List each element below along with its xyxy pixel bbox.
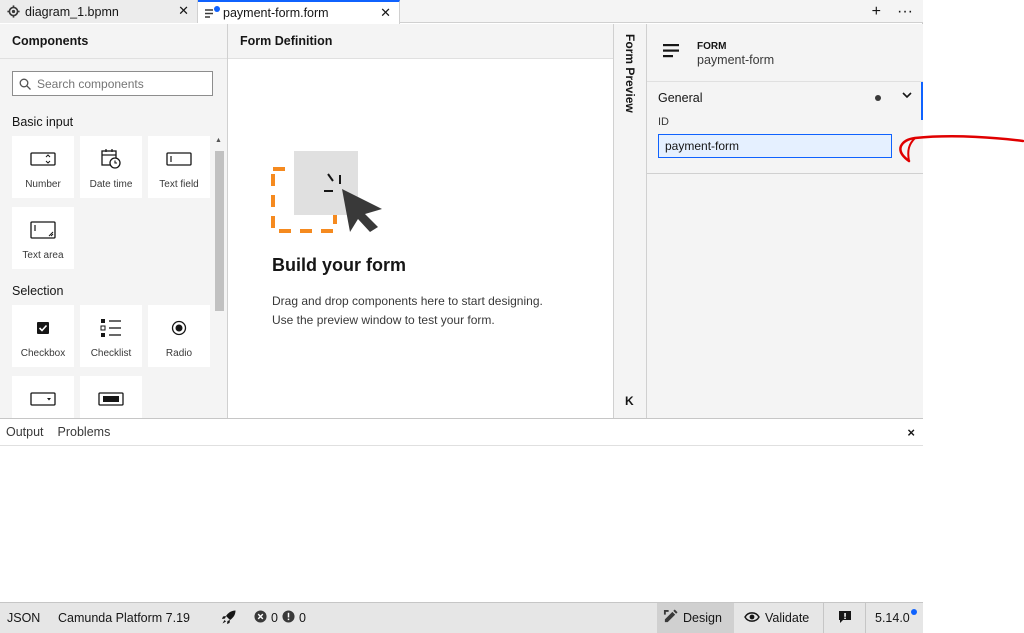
add-tab-button[interactable]: + [872, 3, 881, 21]
app-window: diagram_1.bpmn ✕ payment-form.form ✕ + ·… [0, 0, 923, 633]
feedback-button[interactable] [824, 602, 866, 633]
select-icon [30, 388, 56, 410]
component-date-time[interactable]: Date time [80, 136, 142, 198]
update-dot [911, 608, 917, 615]
form-type-icon [663, 44, 679, 58]
error-count: 0 [271, 611, 278, 625]
form-preview-label: Form Preview [623, 34, 637, 113]
deploy-button[interactable] [214, 603, 244, 633]
status-bar: JSON Camunda Platform 7.19 0 0 Design Va… [0, 602, 923, 633]
close-icon[interactable]: ✕ [178, 3, 189, 19]
form-definition-panel[interactable]: Form Definition Build your form Drag and… [228, 24, 614, 418]
warning-icon [282, 610, 295, 626]
format-label: JSON [7, 611, 41, 625]
error-icon [254, 610, 267, 626]
properties-header: FORM payment-form [647, 24, 923, 82]
close-icon[interactable]: ✕ [380, 5, 391, 21]
component-select[interactable] [12, 376, 74, 418]
annotation-arrow-icon [899, 135, 1024, 163]
tab-actions: + ··· [872, 0, 913, 23]
validate-button[interactable]: Validate [734, 602, 824, 633]
empty-state-title: Build your form [272, 255, 406, 275]
unsaved-dot [214, 6, 220, 12]
section-header-general[interactable]: General [658, 91, 702, 105]
close-icon[interactable]: × [907, 425, 915, 440]
search-box[interactable] [12, 71, 213, 96]
component-checkbox[interactable]: Checkbox [12, 305, 74, 367]
design-label: Design [683, 611, 722, 625]
validate-label: Validate [765, 611, 810, 625]
section-indicator-dot [875, 95, 881, 101]
component-number[interactable]: Number [12, 136, 74, 198]
text-area-icon [30, 219, 56, 241]
more-icon[interactable]: ··· [897, 3, 913, 21]
palette-scrollbar[interactable]: ▲ ▼ [213, 137, 225, 418]
scroll-up-icon[interactable]: ▲ [215, 137, 222, 144]
component-text-area[interactable]: Text area [12, 207, 74, 269]
component-taglist[interactable] [80, 376, 142, 418]
tile-label: Text field [159, 179, 199, 190]
search-icon [19, 78, 31, 90]
panel-resize-handle[interactable] [921, 82, 923, 120]
tile-label: Date time [89, 179, 133, 190]
tab-diagram[interactable]: diagram_1.bpmn ✕ [0, 0, 198, 23]
radio-icon [171, 317, 187, 339]
output-panel: Output Problems × [0, 418, 923, 602]
tab-label: payment-form.form [223, 6, 329, 20]
calendar-clock-icon [100, 148, 122, 170]
description-line-1: Drag and drop components here to start d… [272, 294, 543, 308]
properties-panel: FORM payment-form General ID [647, 24, 923, 418]
description-line-2: Use the preview window to test your form… [272, 313, 495, 327]
number-icon [30, 148, 56, 170]
design-button[interactable]: Design [657, 602, 734, 633]
platform-selector[interactable]: Camunda Platform 7.19 [52, 603, 214, 633]
tile-label: Text area [22, 250, 64, 261]
search-input[interactable] [37, 76, 207, 91]
version-label[interactable]: 5.14.0 [866, 603, 923, 633]
element-name: payment-form [697, 53, 775, 67]
component-radio[interactable]: Radio [148, 305, 210, 367]
general-section: General ID [647, 82, 923, 174]
components-panel: Components Basic input Number Date time … [0, 24, 228, 418]
id-label: ID [658, 116, 669, 128]
empty-state-description: Drag and drop components here to start d… [272, 292, 543, 330]
id-field[interactable] [658, 134, 892, 158]
text-field-icon [166, 148, 192, 170]
tab-bar: diagram_1.bpmn ✕ payment-form.form ✕ + ·… [0, 0, 923, 24]
tab-payment-form[interactable]: payment-form.form ✕ [198, 0, 400, 24]
group-title-basic-input: Basic input [12, 115, 74, 129]
tile-label: Checklist [90, 348, 132, 359]
tab-problems[interactable]: Problems [58, 425, 111, 439]
tile-label: Number [25, 179, 61, 190]
pencil-ruler-icon [663, 609, 678, 627]
problems-summary[interactable]: 0 0 [244, 603, 306, 633]
version-text: 5.14.0 [875, 611, 910, 625]
drag-drop-illustration-icon [271, 151, 382, 233]
taglist-icon [98, 388, 124, 410]
feedback-icon [838, 610, 852, 627]
element-type: FORM [697, 41, 727, 52]
tile-label: Radio [165, 348, 193, 359]
output-tabs: Output Problems [0, 419, 923, 446]
component-checklist[interactable]: Checklist [80, 305, 142, 367]
scroll-thumb[interactable] [215, 151, 224, 311]
rocket-icon [221, 609, 237, 628]
components-title: Components [0, 24, 227, 59]
tile-label: Checkbox [20, 348, 66, 359]
group-title-selection: Selection [12, 284, 64, 298]
gear-icon [6, 5, 20, 19]
eye-icon [744, 611, 760, 626]
tab-output[interactable]: Output [6, 425, 44, 439]
expand-icon[interactable]: K [625, 394, 634, 408]
tab-label: diagram_1.bpmn [25, 4, 119, 19]
warning-count: 0 [298, 611, 306, 625]
checklist-icon [100, 317, 122, 339]
chevron-down-icon[interactable] [901, 89, 913, 104]
form-preview-collapsed[interactable]: Form Preview K [614, 24, 647, 418]
checkbox-icon [36, 317, 50, 339]
component-text-field[interactable]: Text field [148, 136, 210, 198]
